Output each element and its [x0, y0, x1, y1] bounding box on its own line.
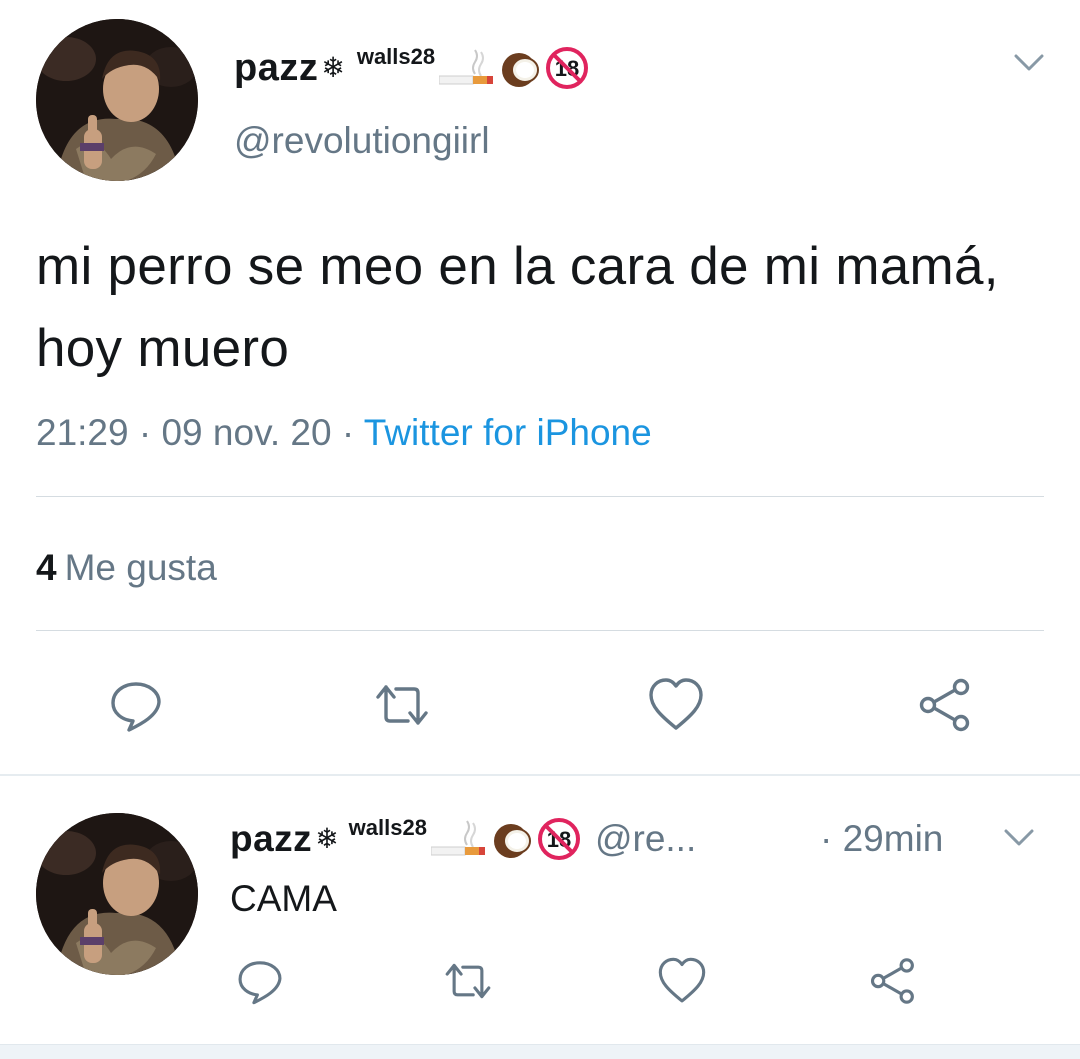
reply-button[interactable] [234, 955, 286, 1007]
meta-separator: · [138, 412, 152, 453]
retweet-button[interactable] [372, 675, 432, 735]
like-button[interactable] [656, 955, 708, 1007]
author-name-row[interactable]: pazz ❄ walls28 [234, 40, 591, 100]
divider [36, 496, 1044, 497]
chevron-down-icon[interactable] [1002, 823, 1036, 853]
author-handle[interactable]: @revolutiongiirl [234, 113, 490, 169]
tweet-text: mi perro se meo en la cara de mi mamá, h… [36, 237, 999, 378]
cigarette-icon [430, 819, 487, 864]
tweet-meta: 21:29 · 09 nov. 20 · Twitter for iPhone [36, 405, 652, 461]
tweet-time: 21:29 [36, 412, 129, 453]
like-button[interactable] [646, 675, 706, 735]
author-display-name: pazz [234, 47, 319, 89]
tweet-date: 09 nov. 20 [161, 412, 332, 453]
like-icon [649, 678, 703, 730]
tweet-detail-screen: pazz ❄ walls28 @revolutiongiirl mi perro… [0, 0, 1080, 1059]
retweet-icon [376, 685, 428, 725]
no-under-18-icon: 18 [537, 817, 581, 866]
reply-display-name: pazz [230, 818, 313, 859]
reply-author-row[interactable]: pazz ❄ walls28 @re... [230, 811, 696, 867]
reply-handle: @re... [594, 818, 697, 859]
snowflake-icon: ❄ [315, 823, 339, 854]
likes-summary[interactable]: 4 Me gusta [36, 540, 217, 596]
reply-tweet[interactable]: pazz ❄ walls28 @re... · 29min CAMA [0, 777, 1080, 1043]
reply-name-suffix: walls28 [348, 815, 427, 840]
chevron-down-icon[interactable] [1012, 48, 1046, 78]
no-under-18-icon: 18 [545, 46, 589, 95]
name-emojis: 18 [438, 46, 591, 95]
name-emojis: 18 [430, 817, 583, 866]
likes-label: Me gusta [64, 547, 217, 588]
coconut-icon [497, 48, 543, 93]
retweet-icon [445, 963, 491, 999]
share-icon [870, 958, 914, 1004]
avatar[interactable] [36, 813, 198, 975]
share-button[interactable] [866, 955, 918, 1007]
reply-icon [238, 961, 282, 1005]
retweet-button[interactable] [442, 955, 494, 1007]
cigarette-icon [438, 48, 495, 93]
main-tweet: pazz ❄ walls28 @revolutiongiirl mi perro… [0, 0, 1080, 776]
share-icon [919, 678, 970, 732]
coconut-icon [489, 819, 535, 864]
share-button[interactable] [914, 675, 974, 735]
meta-separator: · [341, 412, 355, 453]
tweet-source-link[interactable]: Twitter for iPhone [364, 412, 652, 453]
divider [36, 630, 1044, 631]
reply-timestamp: · 29min [820, 818, 944, 859]
reply-text: CAMA [230, 878, 337, 919]
like-icon [658, 957, 706, 1003]
likes-count: 4 [36, 547, 57, 588]
avatar[interactable] [36, 19, 198, 181]
snowflake-icon: ❄ [321, 52, 345, 83]
author-name-suffix: walls28 [356, 44, 436, 69]
reply-button[interactable] [106, 675, 166, 735]
reply-icon [111, 682, 161, 732]
bottom-strip [0, 1044, 1080, 1059]
